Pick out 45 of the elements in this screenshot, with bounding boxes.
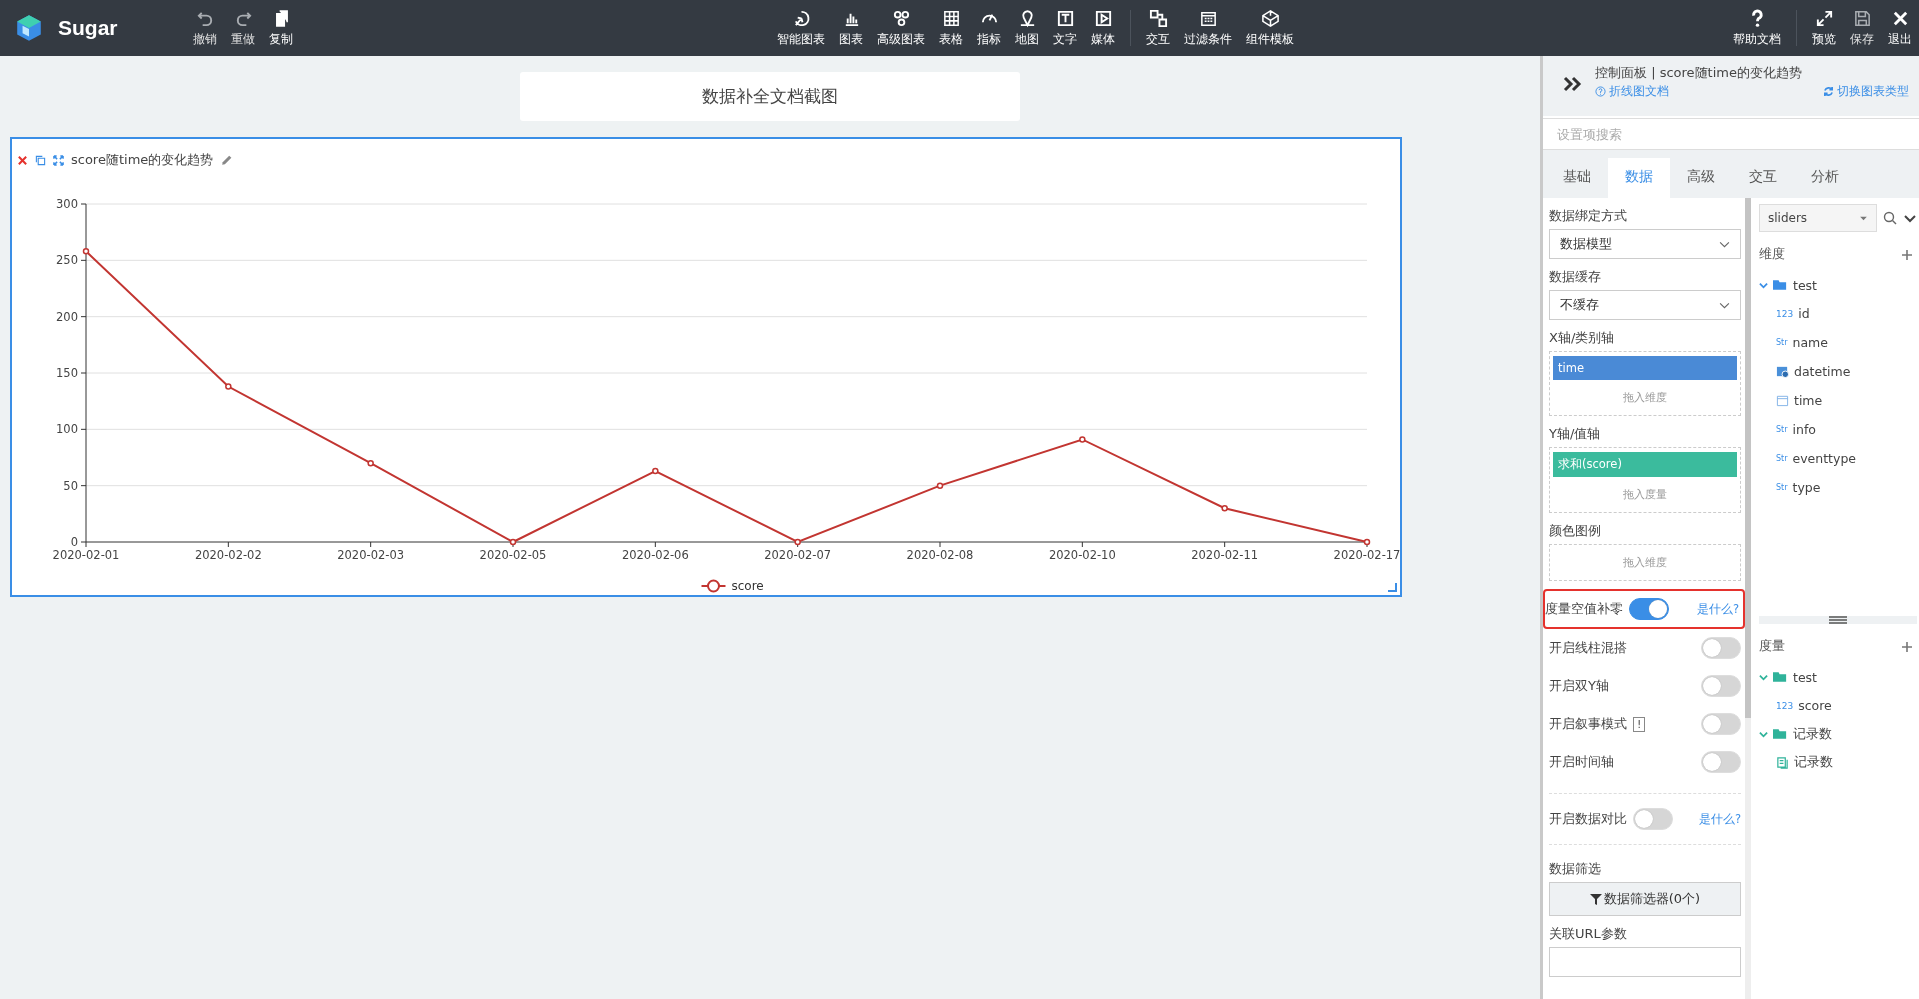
page-title: 数据补全文档截图 [520, 72, 1020, 121]
toggle-label: 开启叙事模式 [1549, 715, 1627, 733]
y-tick-label: 300 [56, 197, 78, 211]
type-label: Str [1776, 483, 1788, 492]
field-label: 关联URL参数 [1549, 925, 1628, 943]
field-label: X轴/类别轴 [1549, 329, 1616, 347]
x-tick-label: 2020-02-02 [194, 548, 262, 562]
type-label: 123 [1776, 700, 1794, 711]
x-tick-label: 2020-02-05 [479, 548, 547, 562]
toggle-label: 开启数据对比 [1549, 810, 1627, 828]
section-label: 度量 [1759, 638, 1785, 655]
type-label: 123 [1776, 308, 1794, 319]
type-label: Str [1776, 338, 1788, 347]
y-tick-label: 250 [56, 253, 78, 268]
panel-title: 控制面板 | score随time的变化趋势 [1595, 64, 1803, 82]
toggle-label: 度量空值补零 [1545, 600, 1623, 618]
x-tick-label: 2020-02-01 [52, 548, 120, 562]
field-label: 数据缓存 [1549, 268, 1602, 286]
x-tick-label: 2020-02-10 [1048, 548, 1116, 562]
field-label: 数据筛选 [1549, 860, 1602, 878]
toggle-label: 开启时间轴 [1549, 753, 1614, 771]
drop-hint: 拖入维度 [1622, 390, 1668, 406]
x-tick-label: 2020-02-08 [906, 548, 974, 562]
drop-hint: 拖入维度 [1622, 555, 1668, 571]
type-label: Str [1776, 454, 1788, 463]
y-tick-label: 100 [56, 422, 78, 437]
y-tick-label: 200 [56, 309, 78, 324]
x-tick-label: 2020-02-03 [337, 548, 405, 562]
x-tick-label: 2020-02-17 [1333, 548, 1400, 562]
drop-hint: 拖入度量 [1622, 487, 1668, 503]
y-tick-label: 0 [70, 535, 78, 549]
y-tick-label: 50 [63, 478, 78, 493]
section-label: 维度 [1759, 246, 1785, 263]
x-tick-label: 2020-02-07 [764, 548, 832, 562]
x-tick-label: 2020-02-11 [1191, 548, 1259, 562]
field-label: 颜色图例 [1549, 522, 1602, 540]
toggle-label: 开启线柱混搭 [1549, 639, 1627, 657]
app-name: Sugar [58, 16, 118, 40]
type-label: Str [1776, 425, 1788, 434]
x-tick-label: 2020-02-06 [621, 548, 689, 562]
toggle-label: 开启双Y轴 [1549, 677, 1609, 695]
field-label: 数据绑定方式 [1549, 207, 1628, 225]
y-tick-label: 150 [56, 366, 78, 380]
field-label: Y轴/值轴 [1549, 425, 1602, 443]
chart-title: score随time的变化趋势 [71, 151, 214, 169]
